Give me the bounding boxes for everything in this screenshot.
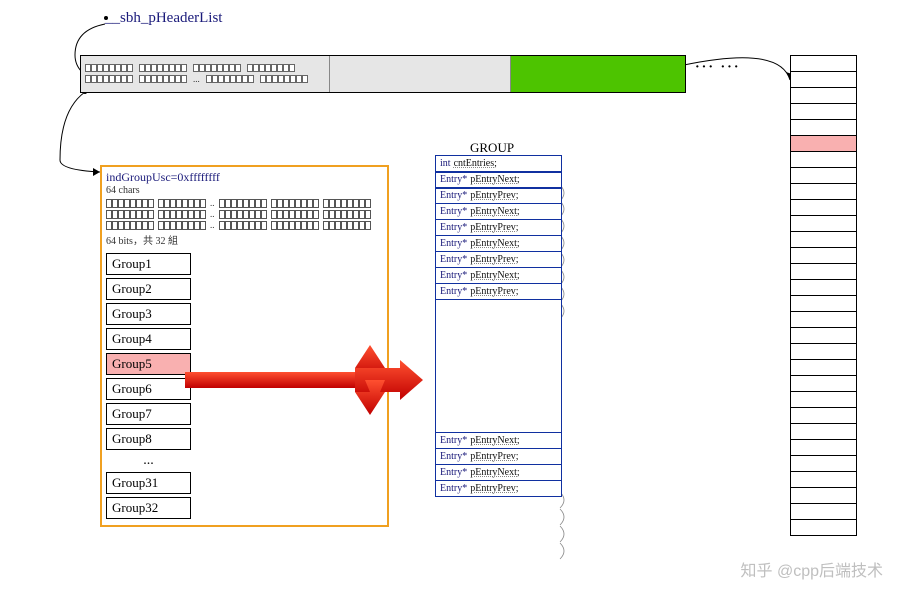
header-bar-bits: ...: [81, 56, 330, 92]
group-struct-row: Entry*pEntryPrev;: [436, 188, 561, 204]
group-struct-row: Entry*pEntryPrev;: [436, 449, 561, 465]
right-column-cell: [791, 312, 856, 328]
right-column-cell: [791, 168, 856, 184]
group-item: Group1: [106, 253, 191, 275]
right-column-cell: [791, 424, 856, 440]
group-struct-row: Entry*pEntryNext;: [436, 204, 561, 220]
group-struct-row: Entry*pEntryNext;: [436, 268, 561, 284]
branching-arrow-icon: [185, 340, 425, 420]
group-struct-title: GROUP: [470, 140, 514, 156]
right-column-cell: [791, 136, 856, 152]
right-column-cell: [791, 392, 856, 408]
right-column-cell: [791, 264, 856, 280]
right-column-cell: [791, 328, 856, 344]
group-struct-row: intcntEntries;: [436, 156, 561, 172]
group-item: Group32: [106, 497, 191, 519]
ind-group-usc-label: indGroupUsc=0xffffffff: [102, 167, 387, 185]
group-struct-row: Entry*pEntryNext;: [436, 433, 561, 449]
groups-list: Group1 Group2 Group3 Group4 Group5 Group6 Grou…: [102, 251, 195, 525]
right-column-cell: [791, 88, 856, 104]
group-struct-row: Entry*pEntryPrev;: [436, 284, 561, 300]
right-column-cell: [791, 488, 856, 504]
header-trailing-dots: ··· ···: [695, 60, 741, 76]
right-column-cell: [791, 232, 856, 248]
right-column-cell: [791, 376, 856, 392]
right-column-cell: [791, 440, 856, 456]
group-item: Group4: [106, 328, 191, 350]
group-item: Group3: [106, 303, 191, 325]
right-column-cell: [791, 104, 856, 120]
bits-note: 64 bits，共 32 組: [102, 230, 387, 251]
right-column-cell: [791, 344, 856, 360]
group-struct-row: Entry*pEntryPrev;: [436, 252, 561, 268]
group-struct-table: intcntEntries;Entry*pEntryNext;Entry*pEn…: [435, 155, 562, 497]
right-column-cell: [791, 184, 856, 200]
right-column-cell: [791, 72, 856, 88]
watermark-text: 知乎 @cpp后端技术: [741, 557, 884, 581]
group-ellipsis: ...: [106, 453, 191, 469]
right-column-cell: [791, 456, 856, 472]
chars-label: 64 chars: [102, 185, 387, 196]
right-column-cell: [791, 408, 856, 424]
group-item: Group31: [106, 472, 191, 494]
group-item: Group2: [106, 278, 191, 300]
right-column-cell: [791, 360, 856, 376]
right-column-cell: [791, 56, 856, 72]
right-column-cell: [791, 120, 856, 136]
group-item: Group5: [106, 353, 191, 375]
right-column-cell: [791, 472, 856, 488]
group-struct-row: Entry*pEntryNext;: [436, 465, 561, 481]
group-struct-row: Entry*pEntryPrev;: [436, 220, 561, 236]
right-column-cell: [791, 280, 856, 296]
group-item: Group8: [106, 428, 191, 450]
header-bar-green: [511, 56, 685, 92]
header-bar: ...: [80, 55, 686, 93]
group-item: Group6: [106, 378, 191, 400]
group-struct-gap: [436, 300, 561, 433]
right-column-cell: [791, 520, 856, 535]
right-column-cell: [791, 216, 856, 232]
group-struct-row: Entry*pEntryNext;: [436, 236, 561, 252]
group-struct-row: Entry*pEntryNext;: [436, 172, 561, 188]
right-memory-column: [790, 55, 857, 536]
right-column-cell: [791, 504, 856, 520]
group-item: Group7: [106, 403, 191, 425]
group-struct-row: Entry*pEntryPrev;: [436, 481, 561, 496]
header-bar-mid: [330, 56, 511, 92]
header-list-label: __sbh_pHeaderList: [105, 10, 222, 27]
right-column-cell: [791, 152, 856, 168]
bit64-rows: .. .. ..: [102, 196, 387, 230]
right-column-cell: [791, 200, 856, 216]
right-column-cell: [791, 248, 856, 264]
right-column-cell: [791, 296, 856, 312]
